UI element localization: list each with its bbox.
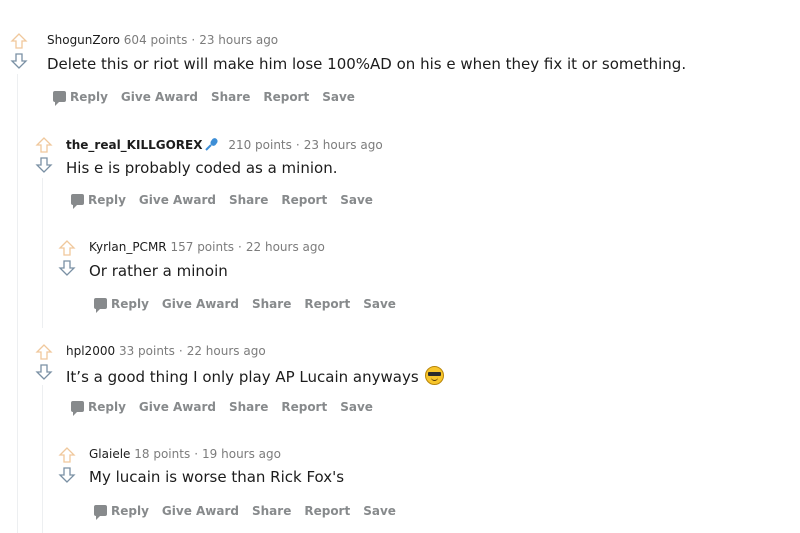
reply-button[interactable]: Reply (94, 504, 149, 520)
comment-body: Or rather a minoin (89, 262, 228, 280)
reply-button[interactable]: Reply (71, 400, 126, 416)
points: 157 points (170, 240, 235, 254)
save-button[interactable]: Save (340, 193, 373, 207)
microphone-icon (205, 138, 219, 151)
arrow-up-icon[interactable] (35, 343, 53, 361)
share-button[interactable]: Share (229, 193, 268, 207)
save-button[interactable]: Save (340, 400, 373, 414)
comment-body: His e is probably coded as a minion. (66, 159, 338, 177)
comment-icon (94, 504, 107, 520)
timestamp[interactable]: 23 hours ago (199, 33, 278, 47)
comment-actions: Reply Give Award Share Report Save (71, 192, 386, 209)
comment-meta: ShogunZoro 604 points · 23 hours ago (47, 33, 278, 47)
timestamp[interactable]: 23 hours ago (304, 138, 383, 152)
comment-actions: Reply Give Award Share Report Save (53, 89, 368, 106)
points: 210 points (228, 138, 292, 152)
give-award-button[interactable]: Give Award (139, 400, 216, 414)
comment-body: Delete this or riot will make him lose 1… (47, 55, 687, 73)
timestamp[interactable]: 19 hours ago (202, 447, 281, 461)
report-button[interactable]: Report (263, 90, 309, 104)
points: 604 points (123, 33, 188, 47)
author-link[interactable]: Glaiele (89, 447, 130, 461)
report-button[interactable]: Report (304, 297, 350, 311)
author-link[interactable]: the_real_KILLGOREX (66, 138, 202, 152)
thread-line[interactable] (42, 385, 43, 533)
vote-arrows (10, 32, 28, 70)
reply-button[interactable]: Reply (71, 193, 126, 209)
reply-button[interactable]: Reply (53, 90, 108, 106)
share-button[interactable]: Share (252, 504, 291, 518)
arrow-down-icon[interactable] (58, 259, 76, 277)
comment-body: It’s a good thing I only play AP Lucain … (66, 366, 445, 386)
give-award-button[interactable]: Give Award (139, 193, 216, 207)
reply-button[interactable]: Reply (94, 297, 149, 313)
points: 33 points (118, 344, 175, 358)
comment-icon (71, 193, 84, 209)
author-link[interactable]: hpl2000 (66, 344, 115, 358)
separator: · (178, 344, 183, 358)
comment-meta: hpl2000 33 points · 22 hours ago (66, 344, 266, 358)
arrow-down-icon[interactable] (35, 363, 53, 381)
comment-actions: Reply Give Award Share Report Save (71, 399, 386, 416)
timestamp[interactable]: 22 hours ago (246, 240, 325, 254)
comment-meta: Kyrlan_PCMR 157 points · 22 hours ago (89, 240, 325, 254)
separator: · (295, 138, 300, 152)
timestamp[interactable]: 22 hours ago (187, 344, 266, 358)
save-button[interactable]: Save (322, 90, 355, 104)
comment-body: My lucain is worse than Rick Fox's (89, 468, 345, 486)
arrow-up-icon[interactable] (10, 32, 28, 50)
thread-line[interactable] (17, 74, 18, 533)
author-link[interactable]: Kyrlan_PCMR (89, 240, 167, 254)
arrow-down-icon[interactable] (58, 466, 76, 484)
vote-arrows (35, 136, 53, 174)
report-button[interactable]: Report (281, 400, 327, 414)
comment-icon (94, 297, 107, 313)
comment-text: It’s a good thing I only play AP Lucain … (66, 368, 419, 386)
save-button[interactable]: Save (363, 504, 396, 518)
comment-actions: Reply Give Award Share Report Save (94, 296, 409, 313)
arrow-down-icon[interactable] (35, 156, 53, 174)
separator: · (238, 240, 242, 254)
arrow-up-icon[interactable] (58, 239, 76, 257)
vote-arrows (58, 446, 76, 484)
report-button[interactable]: Report (281, 193, 327, 207)
thread-line[interactable] (42, 178, 43, 328)
save-button[interactable]: Save (363, 297, 396, 311)
separator: · (191, 33, 196, 47)
comment-meta: the_real_KILLGOREX 210 points · 23 hours a… (66, 137, 383, 152)
comment-icon (53, 90, 66, 106)
give-award-button[interactable]: Give Award (121, 90, 198, 104)
vote-arrows (58, 239, 76, 277)
vote-arrows (35, 343, 53, 381)
arrow-down-icon[interactable] (10, 52, 28, 70)
arrow-up-icon[interactable] (58, 446, 76, 464)
arrow-up-icon[interactable] (35, 136, 53, 154)
separator: · (194, 447, 199, 461)
comment-actions: Reply Give Award Share Report Save (94, 503, 409, 520)
share-button[interactable]: Share (229, 400, 268, 414)
give-award-button[interactable]: Give Award (162, 297, 239, 311)
report-button[interactable]: Report (304, 504, 350, 518)
comment-icon (71, 400, 84, 416)
comment-meta: Glaiele 18 points · 19 hours ago (89, 447, 281, 461)
points: 18 points (134, 447, 191, 461)
give-award-button[interactable]: Give Award (162, 504, 239, 518)
sunglasses-emoji-icon (425, 366, 445, 385)
author-link[interactable]: ShogunZoro (47, 33, 120, 47)
share-button[interactable]: Share (252, 297, 291, 311)
share-button[interactable]: Share (211, 90, 250, 104)
